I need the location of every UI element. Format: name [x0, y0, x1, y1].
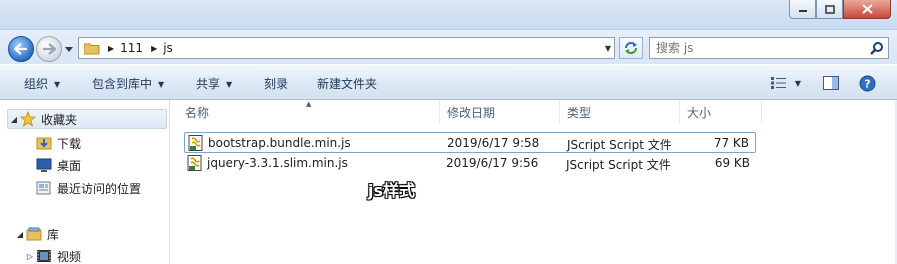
file-name: jquery-3.3.1.slim.min.js	[207, 156, 348, 170]
address-bar[interactable]: ▶ 111 ▶ js ▼	[78, 37, 615, 59]
dropdown-arrow-icon: ▼	[226, 80, 233, 89]
column-size-label: 大小	[687, 105, 712, 120]
preview-pane-icon	[823, 76, 839, 90]
column-divider[interactable]	[439, 100, 440, 124]
maximize-icon	[824, 4, 835, 14]
sort-ascending-icon: ▲	[306, 100, 312, 108]
column-date-label: 修改日期	[447, 105, 496, 120]
desktop-icon	[36, 157, 52, 173]
recent-pages-dropdown-icon[interactable]	[64, 45, 74, 53]
file-list: ▲ 名称 修改日期 类型 大小 bootstrap.bundle.min.js …	[171, 100, 897, 264]
jscript-file-icon	[188, 135, 203, 151]
expand-arrow-icon[interactable]: ▷	[24, 252, 36, 261]
collapse-arrow-icon[interactable]: ◢	[14, 230, 26, 239]
maximize-button[interactable]	[816, 0, 843, 19]
breadcrumb-separator-icon[interactable]: ▶	[151, 44, 157, 53]
breadcrumb-111[interactable]: 111	[120, 41, 143, 55]
table-row[interactable]: bootstrap.bundle.min.js 2019/6/17 9:58 J…	[184, 132, 756, 153]
nav-favorites[interactable]: ◢ 收藏夹	[7, 109, 167, 129]
nav-videos[interactable]: ▷ 视频	[24, 246, 81, 264]
file-date: 2019/6/17 9:58	[447, 136, 540, 150]
title-bar	[0, 0, 897, 30]
minimize-icon	[798, 10, 807, 12]
help-button[interactable]: ?	[856, 73, 878, 93]
downloads-folder-icon	[36, 135, 52, 151]
table-row[interactable]: jquery-3.3.1.slim.min.js 2019/6/17 9:56 …	[184, 153, 756, 174]
column-header-type[interactable]: 类型	[567, 100, 591, 124]
minimize-button[interactable]	[789, 0, 816, 19]
nav-downloads[interactable]: 下载	[36, 133, 81, 153]
refresh-icon	[625, 42, 637, 54]
column-header-name[interactable]: 名称	[185, 100, 209, 124]
forward-arrow-icon	[43, 43, 56, 55]
forward-button[interactable]	[36, 36, 62, 62]
command-bar: 组织 ▼ 包含到库中 ▼ 共享 ▼ 刻录 新建文件夹 ▼ ?	[0, 64, 897, 100]
caption-overlay: js样式	[368, 181, 416, 200]
recent-places-icon	[36, 180, 52, 196]
file-type: JScript Script 文件	[566, 158, 671, 172]
nav-libraries-label: 库	[47, 227, 60, 242]
new-folder-button[interactable]: 新建文件夹	[317, 75, 377, 92]
address-history-dropdown-icon[interactable]: ▼	[605, 44, 611, 53]
nav-desktop-label: 桌面	[57, 158, 82, 173]
search-icon[interactable]	[870, 41, 884, 55]
svg-text:?: ?	[864, 77, 870, 90]
video-icon	[36, 248, 52, 264]
nav-videos-label: 视频	[57, 249, 82, 264]
dropdown-arrow-icon: ▼	[54, 80, 61, 89]
column-type-label: 类型	[567, 105, 592, 120]
nav-desktop[interactable]: 桌面	[36, 155, 81, 175]
back-button[interactable]	[8, 36, 34, 62]
search-box	[649, 37, 889, 59]
file-type: JScript Script 文件	[567, 138, 672, 152]
close-icon	[861, 4, 873, 14]
include-in-library-menu[interactable]: 包含到库中 ▼	[92, 75, 164, 92]
nav-libraries[interactable]: ◢ 库	[14, 224, 59, 244]
preview-pane-button[interactable]	[820, 73, 842, 93]
breadcrumb-separator-icon[interactable]: ▶	[108, 44, 114, 53]
address-row: ▶ 111 ▶ js ▼	[0, 30, 897, 64]
column-divider[interactable]	[559, 100, 560, 124]
column-divider[interactable]	[679, 100, 680, 124]
column-divider[interactable]	[761, 100, 762, 124]
dropdown-arrow-icon: ▼	[794, 78, 802, 88]
organize-menu[interactable]: 组织 ▼	[24, 75, 60, 92]
file-size: 77 KB	[713, 136, 749, 150]
library-icon	[26, 226, 42, 242]
column-header-size[interactable]: 大小	[687, 100, 711, 124]
help-icon: ?	[859, 75, 875, 91]
window-controls	[789, 0, 891, 19]
file-size: 69 KB	[714, 156, 750, 170]
nav-recent-places[interactable]: 最近访问的位置	[36, 178, 141, 198]
breadcrumb-js[interactable]: js	[163, 41, 173, 55]
share-label: 共享	[196, 77, 221, 91]
back-arrow-icon	[14, 43, 27, 55]
nav-recent-places-label: 最近访问的位置	[57, 181, 142, 196]
close-button[interactable]	[843, 0, 891, 19]
dropdown-arrow-icon: ▼	[158, 80, 165, 89]
folder-icon	[84, 43, 100, 54]
column-name-label: 名称	[185, 105, 210, 120]
organize-label: 组织	[24, 77, 49, 91]
nav-favorites-label: 收藏夹	[41, 112, 78, 127]
burn-button[interactable]: 刻录	[264, 75, 288, 92]
column-header-date[interactable]: 修改日期	[447, 100, 495, 124]
jscript-file-icon	[187, 155, 202, 171]
share-menu[interactable]: 共享 ▼	[196, 75, 232, 92]
burn-label: 刻录	[264, 77, 289, 91]
new-folder-label: 新建文件夹	[317, 77, 378, 91]
details-view-icon	[770, 77, 786, 89]
nav-downloads-label: 下载	[57, 136, 82, 151]
file-name: bootstrap.bundle.min.js	[208, 136, 351, 150]
navigation-pane: ◢ 收藏夹 下载 桌面 最近访问的位置 ◢ 库 ▷ 视频	[0, 100, 170, 264]
file-date: 2019/6/17 9:56	[446, 156, 539, 170]
include-in-library-label: 包含到库中	[92, 77, 153, 91]
collapse-arrow-icon[interactable]: ◢	[8, 115, 20, 124]
search-input[interactable]	[656, 39, 866, 57]
refresh-button[interactable]	[619, 37, 643, 59]
star-icon	[20, 111, 36, 127]
change-view-button[interactable]: ▼	[766, 73, 806, 93]
